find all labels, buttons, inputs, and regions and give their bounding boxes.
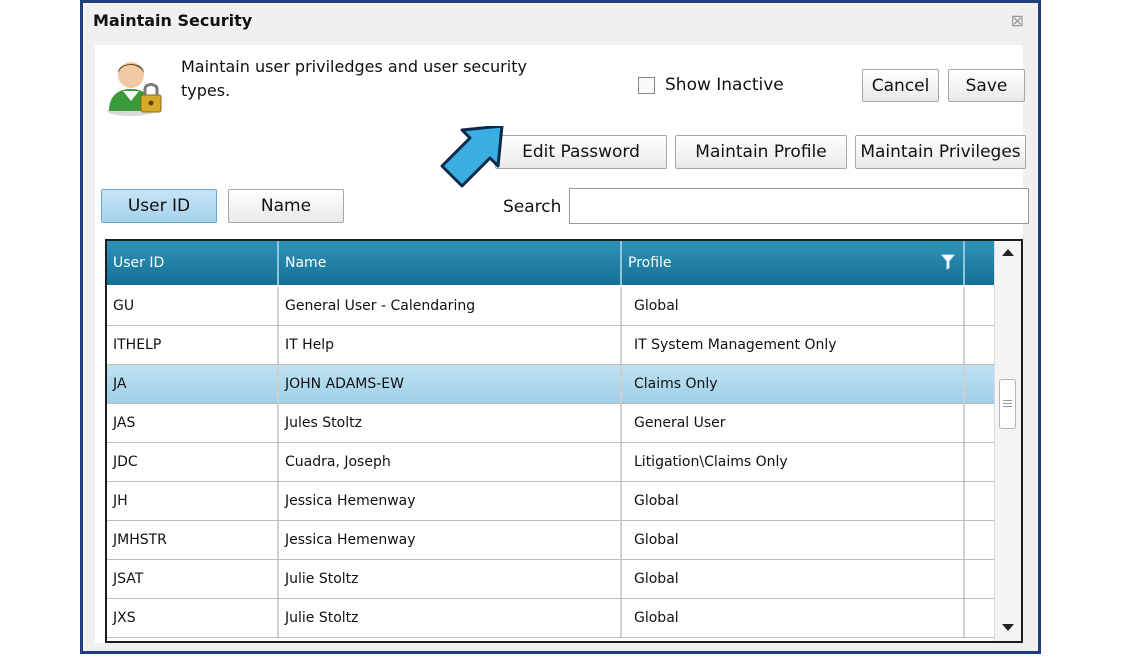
cell-user-id: JAS bbox=[107, 404, 279, 442]
sort-by-name-button[interactable]: Name bbox=[228, 189, 344, 223]
dialog-content: Maintain user priviledges and user secur… bbox=[95, 45, 1029, 643]
cell-user-id: JSAT bbox=[107, 560, 279, 598]
save-button[interactable]: Save bbox=[948, 69, 1025, 102]
table-row[interactable]: JA JOHN ADAMS-EW Claims Only bbox=[107, 365, 997, 404]
pointer-arrow-icon bbox=[440, 126, 504, 188]
cell-profile: Global bbox=[622, 521, 965, 559]
search-input[interactable] bbox=[569, 188, 1029, 224]
cell-profile: Global bbox=[622, 560, 965, 598]
cell-name: Jessica Hemenway bbox=[279, 521, 622, 559]
column-header-name[interactable]: Name bbox=[279, 241, 622, 285]
cell-spacer bbox=[965, 443, 997, 481]
cell-profile: General User bbox=[622, 404, 965, 442]
users-grid: User ID Name Profile GU General User - Ca… bbox=[105, 239, 1023, 643]
cell-spacer bbox=[965, 482, 997, 520]
edit-password-button[interactable]: Edit Password bbox=[495, 135, 667, 169]
show-inactive-toggle[interactable]: Show Inactive bbox=[638, 75, 784, 95]
cell-user-id: ITHELP bbox=[107, 326, 279, 364]
cell-profile: Global bbox=[622, 287, 965, 325]
cell-spacer bbox=[965, 521, 997, 559]
close-icon[interactable]: ⊠ bbox=[1011, 11, 1024, 30]
cell-spacer bbox=[965, 287, 997, 325]
cell-name: Julie Stoltz bbox=[279, 599, 622, 637]
column-header-profile[interactable]: Profile bbox=[622, 241, 965, 285]
cell-name: JOHN ADAMS-EW bbox=[279, 365, 622, 403]
table-row[interactable]: JAS Jules Stoltz General User bbox=[107, 404, 997, 443]
cell-spacer bbox=[965, 365, 997, 403]
maintain-profile-button[interactable]: Maintain Profile bbox=[675, 135, 847, 169]
vertical-scrollbar[interactable] bbox=[994, 241, 1021, 641]
table-row[interactable]: JH Jessica Hemenway Global bbox=[107, 482, 997, 521]
sort-by-user-id-button[interactable]: User ID bbox=[101, 189, 217, 223]
cell-name: IT Help bbox=[279, 326, 622, 364]
cell-user-id: GU bbox=[107, 287, 279, 325]
cell-user-id: JMHSTR bbox=[107, 521, 279, 559]
window-title: Maintain Security bbox=[93, 11, 253, 30]
table-row[interactable]: JMHSTR Jessica Hemenway Global bbox=[107, 521, 997, 560]
maintain-security-dialog: Maintain Security ⊠ Maintain user privil… bbox=[80, 0, 1041, 654]
cell-spacer bbox=[965, 404, 997, 442]
column-header-spacer bbox=[965, 241, 997, 285]
column-header-user-id[interactable]: User ID bbox=[107, 241, 279, 285]
show-inactive-checkbox[interactable] bbox=[638, 76, 655, 94]
cell-user-id: JH bbox=[107, 482, 279, 520]
cell-name: Jules Stoltz bbox=[279, 404, 622, 442]
cell-name: Julie Stoltz bbox=[279, 560, 622, 598]
filter-icon[interactable] bbox=[941, 254, 955, 270]
cell-profile: Litigation\Claims Only bbox=[622, 443, 965, 481]
table-row[interactable]: ITHELP IT Help IT System Management Only bbox=[107, 326, 997, 365]
table-row[interactable]: GU General User - Calendaring Global bbox=[107, 287, 997, 326]
cell-name: General User - Calendaring bbox=[279, 287, 622, 325]
cell-profile: IT System Management Only bbox=[622, 326, 965, 364]
cell-profile: Global bbox=[622, 482, 965, 520]
cell-profile: Claims Only bbox=[622, 365, 965, 403]
show-inactive-label: Show Inactive bbox=[665, 75, 784, 95]
cell-profile: Global bbox=[622, 599, 965, 637]
cell-user-id: JDC bbox=[107, 443, 279, 481]
cell-spacer bbox=[965, 326, 997, 364]
cell-name: Cuadra, Joseph bbox=[279, 443, 622, 481]
scroll-up-icon[interactable] bbox=[1002, 249, 1014, 256]
scroll-down-icon[interactable] bbox=[1002, 624, 1014, 631]
maintain-privileges-button[interactable]: Maintain Privileges bbox=[855, 135, 1026, 169]
grid-header: User ID Name Profile bbox=[107, 241, 997, 285]
cell-name: Jessica Hemenway bbox=[279, 482, 622, 520]
table-row[interactable]: JXS Julie Stoltz Global bbox=[107, 599, 997, 638]
search-label: Search bbox=[503, 197, 562, 217]
table-row[interactable]: JSAT Julie Stoltz Global bbox=[107, 560, 997, 599]
table-row[interactable]: JDC Cuadra, Joseph Litigation\Claims Only bbox=[107, 443, 997, 482]
column-header-profile-label: Profile bbox=[628, 255, 672, 271]
cell-user-id: JA bbox=[107, 365, 279, 403]
dialog-description: Maintain user priviledges and user secur… bbox=[181, 57, 527, 100]
title-bar: Maintain Security ⊠ bbox=[83, 3, 1038, 41]
cancel-button[interactable]: Cancel bbox=[862, 69, 939, 102]
cell-spacer bbox=[965, 560, 997, 598]
grid-rows: GU General User - Calendaring Global ITHELP… bbox=[107, 287, 997, 638]
cell-user-id: JXS bbox=[107, 599, 279, 637]
cell-spacer bbox=[965, 599, 997, 637]
user-lock-icon bbox=[107, 62, 162, 116]
scroll-thumb[interactable] bbox=[999, 379, 1016, 429]
